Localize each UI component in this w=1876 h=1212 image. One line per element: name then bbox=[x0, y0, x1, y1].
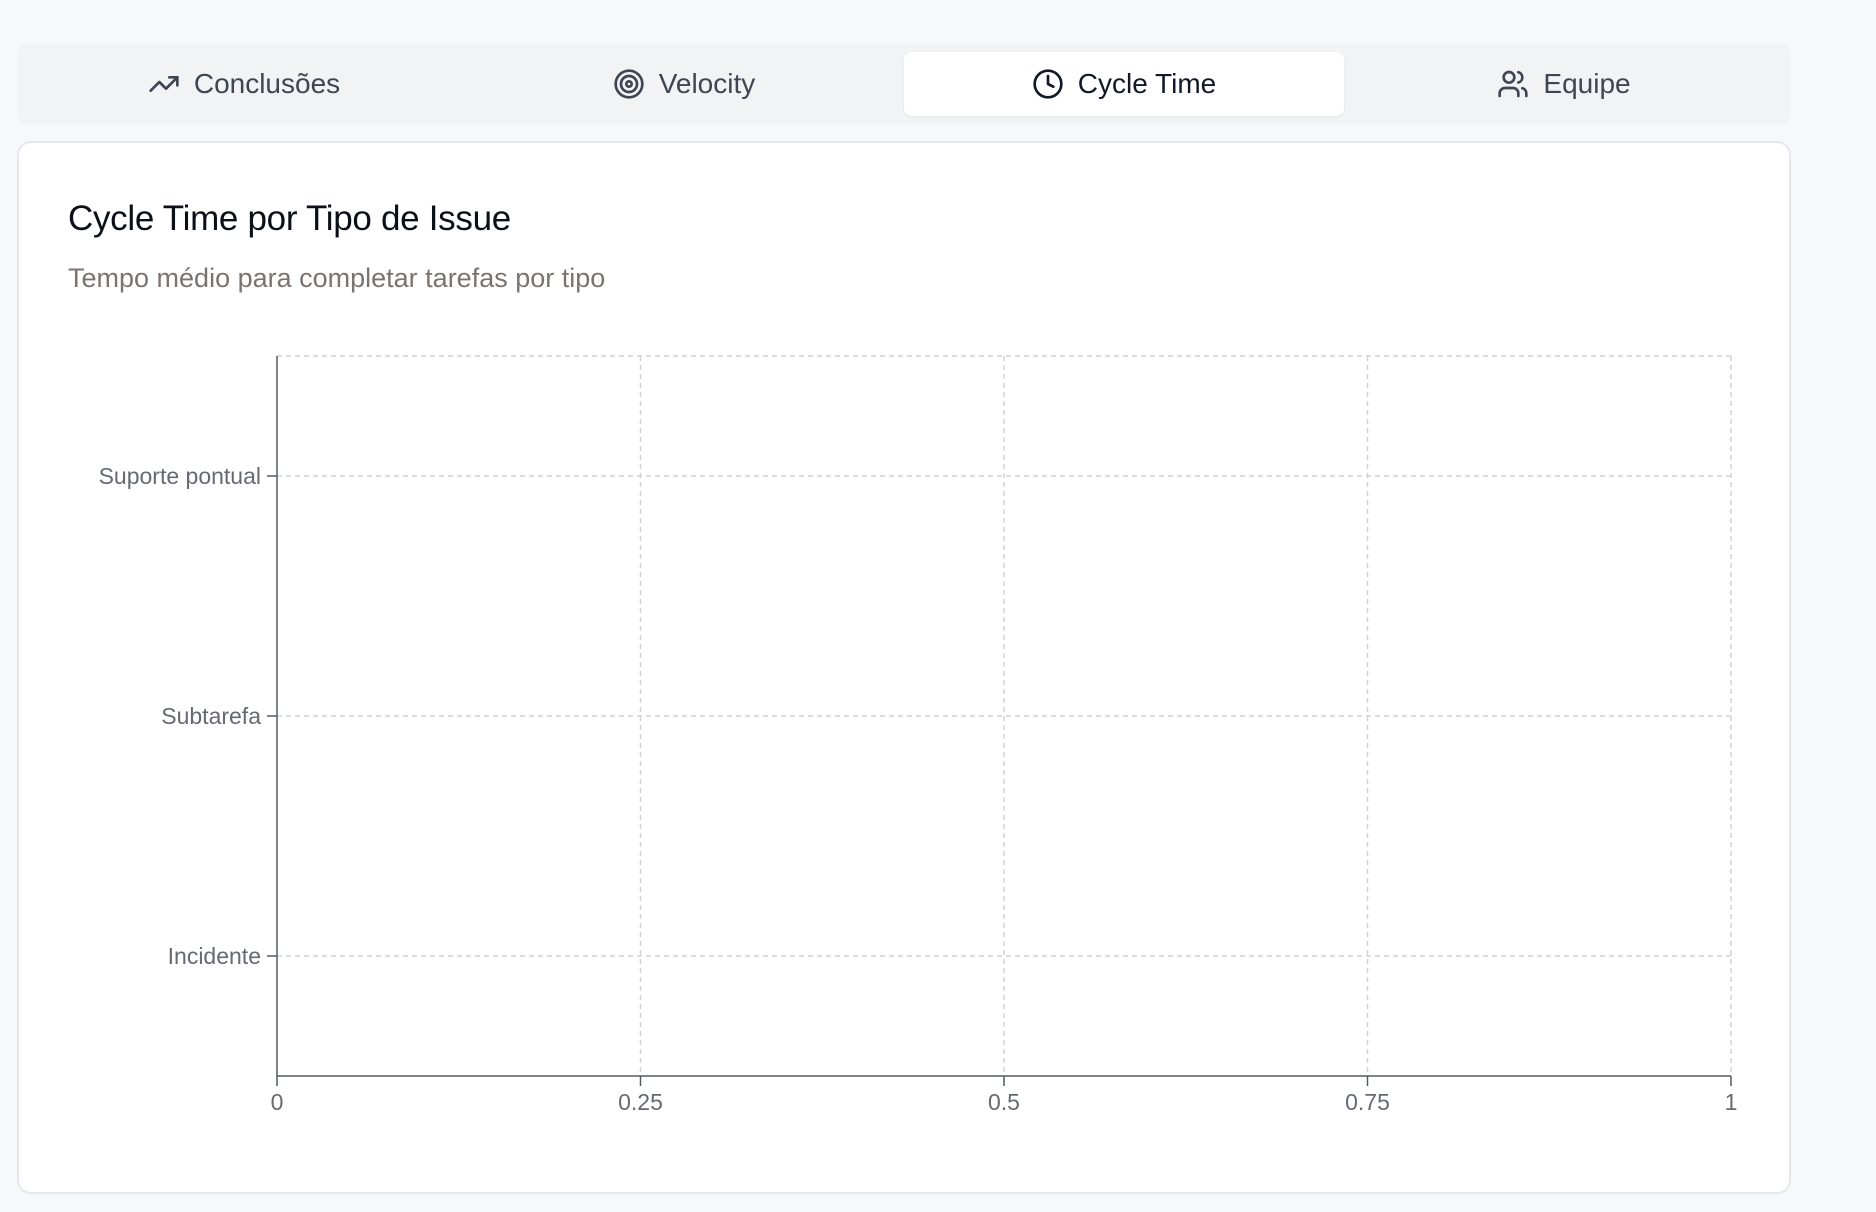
x-tick-label: 0 bbox=[271, 1089, 284, 1115]
cycle-time-card: Cycle Time por Tipo de Issue Tempo médio… bbox=[17, 141, 1791, 1194]
cycle-time-chart: Suporte pontual Subtarefa Incidente 0 0.25 0.… bbox=[99, 355, 1738, 1115]
users-icon bbox=[1497, 68, 1529, 100]
tab-label: Velocity bbox=[658, 68, 756, 99]
y-tick-label: Incidente bbox=[168, 943, 261, 969]
trending-up-icon bbox=[148, 68, 180, 100]
x-tick-label: 1 bbox=[1725, 1089, 1738, 1115]
x-tick-label: 0.25 bbox=[618, 1089, 663, 1115]
x-tick-label: 0.5 bbox=[988, 1089, 1020, 1115]
tab-label: Equipe bbox=[1543, 68, 1631, 99]
tab-velocity[interactable]: Velocity bbox=[464, 52, 904, 116]
tab-label: Conclusões bbox=[193, 68, 341, 99]
tab-conclusoes[interactable]: Conclusões bbox=[24, 52, 464, 116]
y-tick-label: Subtarefa bbox=[161, 703, 261, 729]
tab-bar: Conclusões Velocity Cycle Time Equipe bbox=[17, 44, 1791, 124]
x-tick-label: 0.75 bbox=[1345, 1089, 1390, 1115]
tab-equipe[interactable]: Equipe bbox=[1344, 52, 1784, 116]
tab-cycle-time[interactable]: Cycle Time bbox=[904, 52, 1344, 116]
tab-label: Cycle Time bbox=[1077, 68, 1217, 99]
target-icon bbox=[613, 68, 645, 100]
clock-icon bbox=[1032, 68, 1064, 100]
y-tick-label: Suporte pontual bbox=[99, 463, 261, 489]
